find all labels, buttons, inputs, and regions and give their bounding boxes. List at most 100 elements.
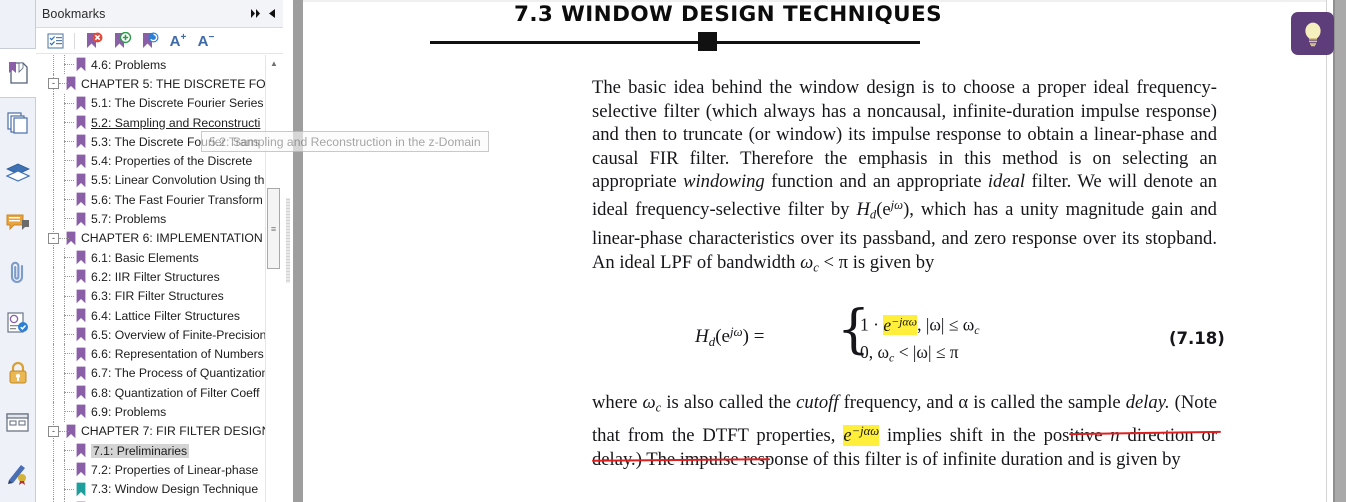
bookmark-row-content: CHAPTER 5: THE DISCRETE FOURI [36, 76, 268, 91]
bookmark-label[interactable]: 6.7: The Process of Quantization [91, 366, 268, 380]
document-page: 7.3 WINDOW DESIGN TECHNIQUES The basic i… [303, 0, 1333, 502]
panel-splitter[interactable] [283, 0, 293, 502]
tree-guide-line [64, 55, 66, 75]
tree-collapse-toggle[interactable]: - [48, 232, 59, 244]
right-scroll-rail[interactable] [1333, 0, 1346, 502]
tree-guide-line [53, 247, 55, 268]
bookmark-label[interactable]: 6.9: Problems [91, 405, 166, 419]
bookmark-label[interactable]: CHAPTER 5: THE DISCRETE FOURI [81, 77, 268, 91]
bookmark-label[interactable]: 5.4: Properties of the Discrete [91, 154, 252, 168]
scrollbar-thumb[interactable]: ≡ [267, 188, 280, 269]
tree-guide-line [53, 93, 55, 113]
bookmark-label[interactable]: 6.8: Quantization of Filter Coeff [91, 386, 259, 400]
p2-seg5: implies shift in the positive [879, 425, 1111, 447]
bookmark-row[interactable]: 5.1: The Discrete Fourier Series [36, 93, 268, 113]
bookmark-row[interactable]: 4.6: Problems [36, 55, 268, 75]
bookmark-row[interactable]: 6.5: Overview of Finite-Precision [36, 325, 268, 345]
p2-seg3: frequency, and α is called the sample [838, 392, 1126, 413]
bookmark-row[interactable]: 7.2: Properties of Linear-phase [36, 460, 268, 480]
increase-text-size-icon[interactable]: A+ [165, 30, 191, 52]
bookmark-row[interactable]: 7.3: Window Design Technique [36, 479, 268, 499]
document-view[interactable]: 7.3 WINDOW DESIGN TECHNIQUES The basic i… [303, 0, 1333, 502]
bookmark-flag-icon [76, 115, 86, 130]
add-bookmark-icon[interactable] [109, 30, 135, 52]
bookmark-row[interactable]: 6.8: Quantization of Filter Coeff [36, 383, 268, 403]
bookmark-label[interactable]: 6.3: FIR Filter Structures [91, 289, 224, 303]
bookmark-flag-icon [76, 385, 86, 400]
bookmark-label[interactable]: 5.5: Linear Convolution Using th [91, 173, 264, 187]
bookmarks-panel-icon[interactable] [0, 48, 37, 98]
tree-guide-line [53, 402, 55, 422]
tree-collapse-toggle[interactable]: - [48, 425, 59, 437]
bookmark-row[interactable]: 5.6: The Fast Fourier Transform [36, 190, 268, 210]
layers-icon[interactable] [0, 148, 36, 198]
tree-guide-line [64, 209, 66, 229]
p2-italic-n: n [1110, 425, 1120, 447]
bookmark-row[interactable]: - CHAPTER 5: THE DISCRETE FOURI [36, 74, 268, 94]
bookmark-label[interactable]: 7.2: Properties of Linear-phase [91, 463, 258, 477]
equation-7-18: Hd(ejω) = { 1 · e−jαω, |ω| ≤ ωc 0, ωc < … [592, 304, 1225, 368]
bookmark-label[interactable]: 7.3: Window Design Technique [91, 482, 258, 496]
layers-icon-glyph [6, 163, 30, 182]
bookmark-label[interactable]: 4.6: Problems [91, 58, 166, 72]
bookmark-label[interactable]: 5.1: The Discrete Fourier Series [91, 96, 264, 110]
certify-document-icon[interactable] [0, 298, 36, 348]
bookmark-label[interactable]: 5.6: The Fast Fourier Transform [91, 193, 263, 207]
bookmark-row[interactable]: 6.4: Lattice Filter Structures [36, 305, 268, 326]
attachments-icon-glyph [10, 261, 24, 283]
bookmark-row[interactable]: 6.1: Basic Elements [36, 247, 268, 268]
bookmark-label[interactable]: 5.7: Problems [91, 212, 166, 226]
bookmark-label[interactable]: 6.5: Overview of Finite-Precision [91, 328, 266, 342]
comments-icon[interactable] [0, 198, 36, 248]
tree-guide-line [53, 209, 55, 229]
bookmark-row[interactable]: 6.2: IIR Filter Structures [36, 267, 268, 287]
bookmark-row[interactable]: 6.9: Problems [36, 402, 268, 422]
bookmark-label[interactable]: 6.1: Basic Elements [91, 251, 199, 265]
bookmark-options-icon[interactable] [42, 30, 68, 52]
bookmark-label[interactable]: CHAPTER 7: FIR FILTER DESIGN [81, 424, 268, 438]
bookmark-flag-icon [76, 462, 86, 477]
delete-bookmark-icon[interactable] [81, 30, 107, 52]
bookmark-row[interactable]: 6.3: FIR Filter Structures [36, 286, 268, 306]
bookmark-label[interactable]: 5.2: Sampling and Reconstructi [91, 116, 260, 130]
bookmark-row[interactable]: 5.2: Sampling and Reconstructi [36, 112, 268, 133]
bookmark-row[interactable]: 6.6: Representation of Numbers [36, 344, 268, 364]
tree-guide-line [53, 363, 55, 384]
tree-collapse-toggle[interactable]: - [48, 78, 59, 90]
edit-bookmark-icon[interactable] [137, 30, 163, 52]
security-lock-icon[interactable] [0, 348, 36, 398]
collapse-panel-icon[interactable] [264, 5, 280, 23]
tree-elbow [59, 430, 69, 433]
bookmark-label[interactable]: 6.4: Lattice Filter Structures [91, 309, 240, 323]
bookmark-row[interactable]: 5.7: Problems [36, 209, 268, 229]
bookmarks-scrollbar[interactable]: ▲ ≡ [265, 55, 282, 502]
bookmark-label[interactable]: 6.6: Representation of Numbers [91, 347, 264, 361]
tree-guide-line [53, 170, 55, 191]
bookmark-row[interactable]: 5.5: Linear Convolution Using th [36, 170, 268, 191]
bookmark-label[interactable]: CHAPTER 6: IMPLEMENTATION OF [81, 231, 268, 245]
bookmark-row[interactable]: - CHAPTER 7: FIR FILTER DESIGN [36, 421, 268, 441]
bookmark-row-content: 5.7: Problems [36, 212, 166, 227]
scroll-up-arrow-icon[interactable]: ▲ [266, 55, 282, 71]
attachments-icon[interactable] [0, 248, 36, 298]
bookmark-flag-icon [76, 405, 86, 419]
document-left-gutter [293, 0, 303, 502]
bookmarks-tree[interactable]: 4.6: Problems - CHAPTER 5: THE DISCRETE FO… [36, 55, 268, 502]
delete-bookmark-icon-glyph [86, 32, 102, 48]
sign-document-icon[interactable] [0, 448, 36, 498]
bookmark-flag-icon [76, 366, 86, 381]
tree-guide-line [64, 93, 66, 113]
forms-icon[interactable] [0, 398, 36, 448]
bookmark-row[interactable]: - CHAPTER 6: IMPLEMENTATION OF [36, 228, 268, 248]
bookmark-label[interactable]: 7.1: Preliminaries [91, 443, 190, 458]
expand-all-icon[interactable] [248, 5, 264, 23]
bookmark-flag-icon [76, 192, 86, 207]
bookmark-row[interactable]: 5.4: Properties of the Discrete [36, 151, 268, 171]
tip-bulb-button[interactable] [1291, 12, 1334, 55]
page-thumbnails-icon[interactable] [0, 98, 36, 148]
page-thumbnails-icon-glyph [7, 112, 28, 134]
bookmark-row[interactable]: 6.7: The Process of Quantization [36, 363, 268, 384]
decrease-text-size-icon[interactable]: A− [193, 30, 219, 52]
bookmark-label[interactable]: 6.2: IIR Filter Structures [91, 270, 220, 284]
bookmark-row[interactable]: 7.1: Preliminaries [36, 440, 268, 461]
